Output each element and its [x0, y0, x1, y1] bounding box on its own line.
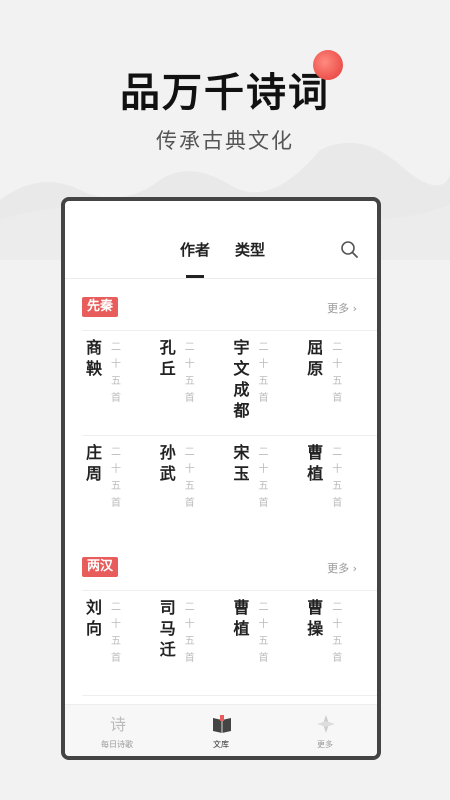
author-card[interactable]: 曹植 二十五首: [229, 590, 304, 695]
author-name: 曹操: [307, 598, 324, 638]
author-card[interactable]: 商鞅 二十五首: [82, 330, 156, 435]
poem-count: 二十五首: [184, 342, 195, 404]
author-card[interactable]: 宇文成都 二十五首: [229, 330, 304, 435]
search-icon[interactable]: [339, 239, 361, 261]
author-name: 孔丘: [159, 338, 176, 378]
poem-count: 二十五首: [111, 602, 121, 664]
more-link[interactable]: 更多 ›: [327, 300, 357, 316]
author-name: 屈原: [307, 338, 324, 378]
tab-author[interactable]: 作者: [180, 239, 210, 260]
tab-type[interactable]: 类型: [235, 239, 265, 260]
poem-count: 二十五首: [332, 447, 343, 509]
tab-indicator: [186, 275, 204, 278]
phone-frame: 作者 类型 先秦 更多 › 商鞅 二十五首 孔丘 二十五首 宇文成都 二十五首 屈原二…: [61, 197, 381, 760]
poem-count: 二十五首: [111, 342, 121, 404]
poem-count: 二十五首: [184, 602, 195, 664]
author-card[interactable]: 曹操 二十五首: [303, 590, 377, 695]
author-name: 刘向: [86, 598, 103, 638]
poem-count: 二十五首: [111, 447, 121, 509]
author-card[interactable]: 孔丘 二十五首: [155, 330, 230, 435]
nav-label: 每日诗歌: [101, 740, 133, 749]
poem-count: 二十五首: [332, 342, 343, 404]
poem-count: 二十五首: [258, 342, 269, 404]
section-xianqin: 先秦 更多 › 商鞅 二十五首 孔丘 二十五首 宇文成都 二十五首 屈原 二十五首 庄周…: [65, 280, 377, 540]
author-name: 庄周: [86, 443, 103, 483]
poem-icon: 诗: [110, 715, 126, 734]
author-name: 商鞅: [86, 338, 103, 378]
author-name: 曹植: [233, 598, 250, 638]
nav-label: 更多: [317, 740, 333, 749]
bottom-nav: 诗 每日诗歌 文库 更多: [65, 704, 377, 756]
author-card[interactable]: 曹植 二十五首: [303, 435, 377, 540]
nav-more[interactable]: 更多: [273, 705, 377, 756]
author-name: 宋玉: [233, 443, 250, 483]
author-card[interactable]: 孙武 二十五首: [155, 435, 230, 540]
nav-daily-poem[interactable]: 诗 每日诗歌: [65, 705, 169, 756]
more-icon: [317, 715, 335, 733]
author-name: 宇文成都: [233, 338, 250, 420]
author-card[interactable]: 屈原 二十五首: [303, 330, 377, 435]
hero-title: 品万千诗词: [120, 69, 330, 116]
nav-label: 文库: [213, 740, 229, 749]
poem-count: 二十五首: [184, 447, 195, 509]
nav-library[interactable]: 文库: [169, 705, 273, 756]
library-icon: [213, 715, 231, 733]
author-card[interactable]: 刘向 二十五首: [82, 590, 156, 695]
poem-count: 二十五首: [332, 602, 343, 664]
author-name: 曹植: [307, 443, 324, 483]
author-card[interactable]: 司马迁 二十五首: [155, 590, 230, 695]
hero-subtitle: 传承古典文化: [156, 129, 294, 153]
svg-text:诗: 诗: [110, 715, 126, 734]
dynasty-badge: 两汉: [82, 557, 119, 577]
top-bar: 作者 类型: [65, 201, 377, 279]
author-name: 司马迁: [159, 598, 176, 659]
more-link[interactable]: 更多 ›: [327, 560, 357, 576]
author-list: 先秦 更多 › 商鞅 二十五首 孔丘 二十五首 宇文成都 二十五首 屈原 二十五首 庄周…: [65, 280, 377, 708]
poem-count: 二十五首: [258, 602, 269, 664]
poem-count: 二十五首: [258, 447, 269, 509]
author-name: 孙武: [159, 443, 176, 483]
author-card[interactable]: 宋玉 二十五首: [229, 435, 304, 540]
author-card[interactable]: 庄周 二十五首: [82, 435, 156, 540]
sun-decoration: [313, 50, 343, 80]
section-lianghan: 两汉 更多 › 刘向二十五首 司马迁二十五首 曹植二十五首 曹操二十五首 庄二 …: [65, 540, 377, 708]
dynasty-badge: 先秦: [82, 297, 119, 317]
